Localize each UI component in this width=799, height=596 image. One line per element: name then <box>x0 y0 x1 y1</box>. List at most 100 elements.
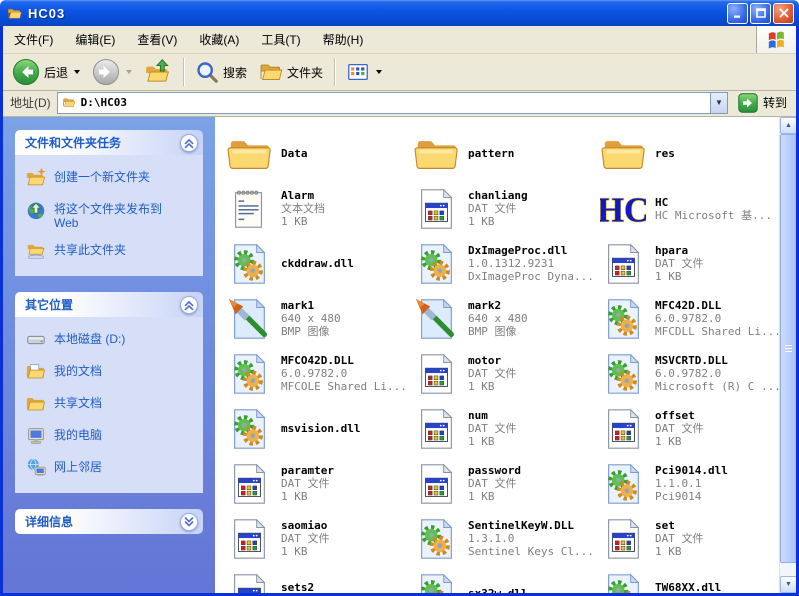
file-tile[interactable]: mark1 640 x 480 BMP 图像 <box>221 291 408 346</box>
place-item[interactable]: 本地磁盘 (D:) <box>25 329 197 351</box>
file-tile[interactable]: hpara DAT 文件 1 KB <box>595 236 779 291</box>
back-button[interactable]: 后退 <box>7 55 85 89</box>
file-tile[interactable]: res <box>595 126 779 181</box>
go-button[interactable]: 转到 <box>734 93 791 113</box>
menu-item[interactable]: 帮助(H) <box>312 26 375 53</box>
file-list-view[interactable]: Data <box>215 117 779 593</box>
close-button[interactable] <box>773 3 794 24</box>
file-tile[interactable]: motor DAT 文件 1 KB <box>408 346 595 401</box>
task-item[interactable]: 共享此文件夹 <box>25 240 197 262</box>
dat-file-icon <box>226 571 272 594</box>
address-dropdown-button[interactable]: ▼ <box>710 93 727 113</box>
file-name: Alarm <box>281 189 325 202</box>
minimize-button[interactable] <box>727 3 748 24</box>
back-dropdown-caret[interactable] <box>74 70 80 74</box>
file-tile[interactable]: TW68XX.dll 1.3.0.0 <box>595 566 779 593</box>
file-tile[interactable]: ckddraw.dll <box>221 236 408 291</box>
file-tile[interactable]: sets2 DAT 文件 <box>221 566 408 593</box>
place-item[interactable]: 共享文档 <box>25 393 197 415</box>
search-button[interactable]: 搜索 <box>190 57 252 87</box>
scroll-up-button[interactable]: ▲ <box>780 117 796 134</box>
file-meta: HC Microsoft 基... <box>655 209 772 222</box>
file-meta: 1 KB <box>468 435 517 448</box>
folder-icon <box>226 131 272 177</box>
file-tile[interactable]: mark2 640 x 480 BMP 图像 <box>408 291 595 346</box>
window-title: HC03 <box>28 6 65 21</box>
file-tile[interactable]: num DAT 文件 1 KB <box>408 401 595 456</box>
file-meta: DAT 文件 <box>281 532 330 545</box>
file-tile[interactable]: SentinelKeyW.DLL 1.3.1.0 Sentinel Keys C… <box>408 511 595 566</box>
maximize-button[interactable] <box>750 3 771 24</box>
file-meta: 6.0.9782.0 <box>655 312 779 325</box>
title-bar[interactable]: HC03 <box>0 0 799 26</box>
details-panel-header[interactable]: 详细信息 <box>15 509 203 534</box>
address-combobox[interactable]: ▼ <box>57 92 728 114</box>
file-tile[interactable]: Data <box>221 126 408 181</box>
collapse-button[interactable] <box>180 134 198 152</box>
file-tile[interactable]: sx32w.dll <box>408 566 595 593</box>
toolbar-separator <box>334 58 335 86</box>
file-meta: 1 KB <box>468 380 517 393</box>
scroll-thumb[interactable] <box>780 134 796 563</box>
file-meta: 1 KB <box>655 435 704 448</box>
place-item[interactable]: 网上邻居 <box>25 457 197 479</box>
views-dropdown-caret[interactable] <box>376 70 382 74</box>
publish-web-icon <box>25 199 47 221</box>
dat-file-icon <box>413 186 459 232</box>
views-icon <box>346 60 370 84</box>
file-name: MFCO42D.DLL <box>281 354 407 367</box>
file-tile[interactable]: MFC42D.DLL 6.0.9782.0 MFCDLL Shared Li..… <box>595 291 779 346</box>
file-meta: MFCOLE Shared Li... <box>281 380 407 393</box>
task-label: 创建一个新文件夹 <box>54 167 150 184</box>
place-item[interactable]: 我的文档 <box>25 361 197 383</box>
bmp-image-icon <box>413 296 459 342</box>
folders-button[interactable]: 文件夹 <box>254 57 328 87</box>
go-label: 转到 <box>763 94 787 111</box>
maximize-icon <box>755 7 767 19</box>
menu-item[interactable]: 查看(V) <box>126 26 188 53</box>
vertical-scrollbar[interactable]: ▲ ▼ <box>779 117 796 593</box>
up-button[interactable] <box>139 55 177 89</box>
address-input[interactable] <box>77 96 710 109</box>
views-button[interactable] <box>341 57 387 87</box>
file-tile[interactable]: paramter DAT 文件 1 KB <box>221 456 408 511</box>
file-name: ckddraw.dll <box>281 257 354 270</box>
collapse-button[interactable] <box>180 296 198 314</box>
menu-item[interactable]: 收藏(A) <box>188 26 250 53</box>
other-places-panel: 其它位置 <box>15 292 203 493</box>
expand-button[interactable] <box>180 513 198 531</box>
file-meta: 6.0.9782.0 <box>281 367 407 380</box>
scroll-down-button[interactable]: ▼ <box>780 576 796 593</box>
file-tile[interactable]: HC HC Microsoft 基... <box>595 181 779 236</box>
menu-item[interactable]: 编辑(E) <box>64 26 126 53</box>
menu-item[interactable]: 文件(F) <box>3 26 64 53</box>
task-item[interactable]: 创建一个新文件夹 <box>25 167 197 189</box>
task-item[interactable]: 将这个文件夹发布到 Web <box>25 199 197 230</box>
file-tasks-panel-header[interactable]: 文件和文件夹任务 <box>15 130 203 155</box>
file-tile[interactable]: set DAT 文件 1 KB <box>595 511 779 566</box>
file-tile[interactable]: chanliang DAT 文件 1 KB <box>408 181 595 236</box>
file-tile[interactable]: MSVCRTD.DLL 6.0.9782.0 Microsoft (R) C .… <box>595 346 779 401</box>
file-tile[interactable]: msvision.dll <box>221 401 408 456</box>
file-meta: DAT 文件 <box>468 367 517 380</box>
chevron-down-icon: ▼ <box>715 98 723 107</box>
dll-file-icon <box>413 516 459 562</box>
other-places-panel-header[interactable]: 其它位置 <box>15 292 203 317</box>
file-tile[interactable]: pattern <box>408 126 595 181</box>
file-tile[interactable]: DxImageProc.dll 1.0.1312.9231 DxImagePro… <box>408 236 595 291</box>
place-item[interactable]: 我的电脑 <box>25 425 197 447</box>
file-tile[interactable]: MFCO42D.DLL 6.0.9782.0 MFCOLE Shared Li.… <box>221 346 408 401</box>
menu-item[interactable]: 工具(T) <box>250 26 311 53</box>
file-meta: DAT 文件 <box>655 257 704 270</box>
file-tile[interactable]: saomiao DAT 文件 1 KB <box>221 511 408 566</box>
file-name: res <box>655 147 675 160</box>
forward-button[interactable] <box>87 55 137 89</box>
windows-logo-box <box>756 26 796 53</box>
place-label: 共享文档 <box>54 393 102 410</box>
back-label: 后退 <box>44 64 68 81</box>
bmp-image-icon <box>226 296 272 342</box>
file-tile[interactable]: password DAT 文件 1 KB <box>408 456 595 511</box>
file-tile[interactable]: Alarm 文本文档 1 KB <box>221 181 408 236</box>
file-tile[interactable]: offset DAT 文件 1 KB <box>595 401 779 456</box>
file-tile[interactable]: Pci9014.dll 1.1.0.1 Pci9014 <box>595 456 779 511</box>
